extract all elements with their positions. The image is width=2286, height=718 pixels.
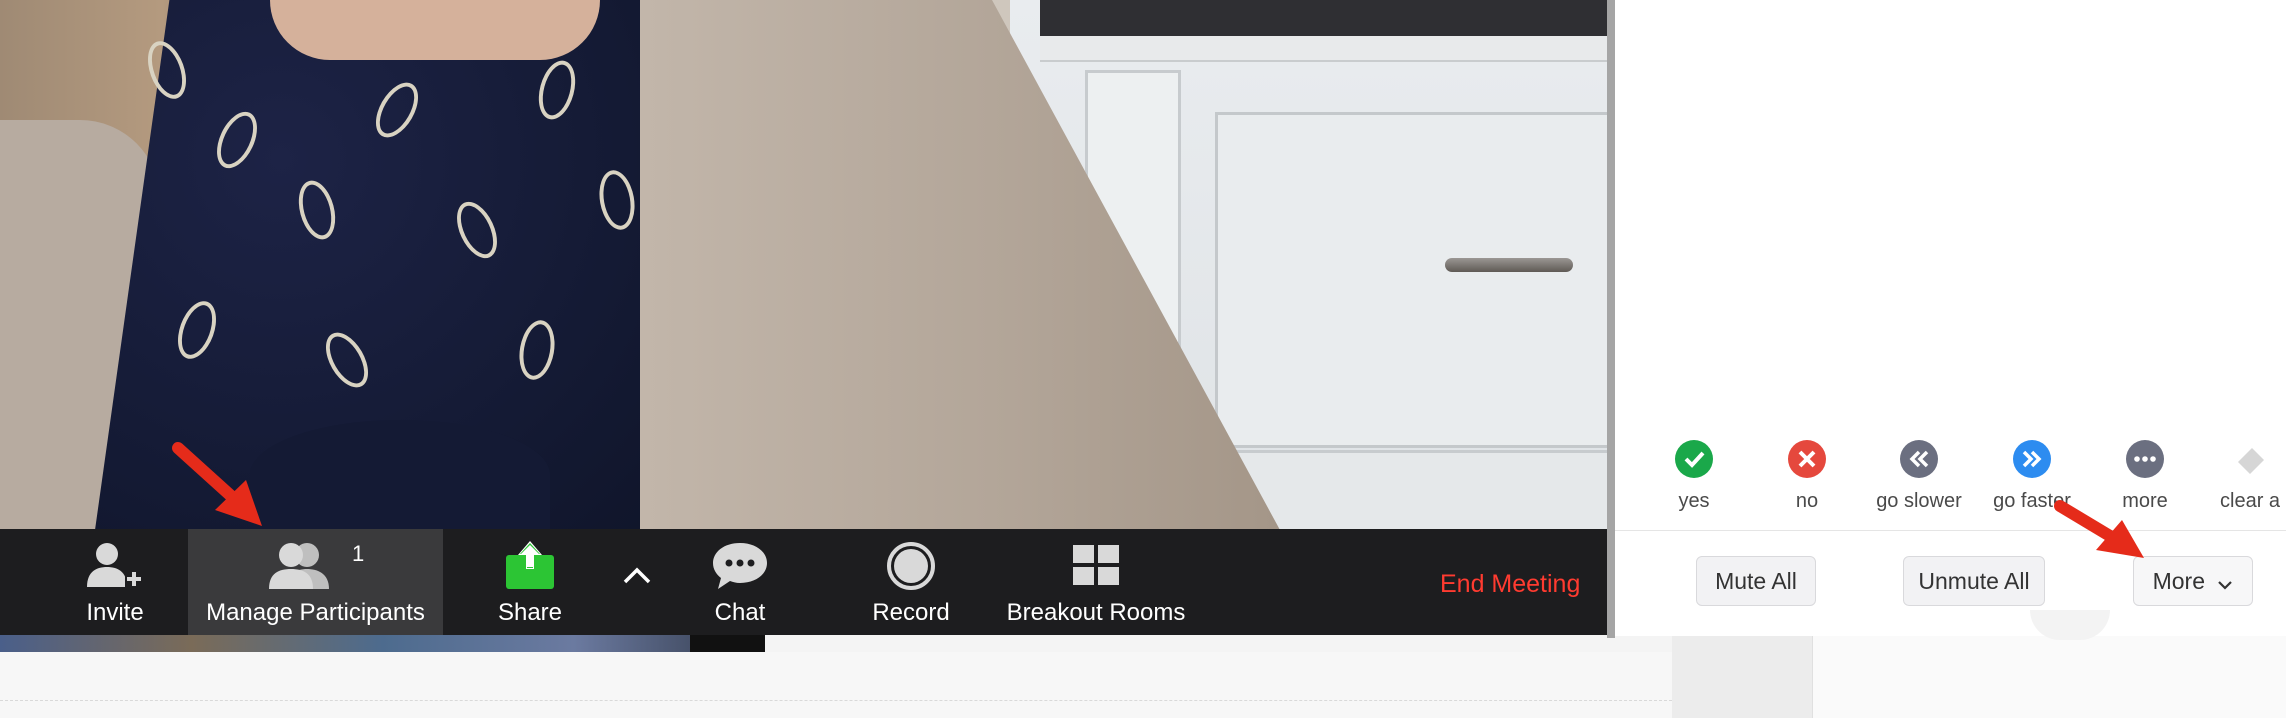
- chat-label: Chat: [714, 599, 766, 626]
- feedback-go-slower[interactable]: go slower: [1864, 440, 1974, 513]
- background-page: [0, 652, 1672, 718]
- fast-forward-icon: [2013, 440, 2051, 478]
- chevron-down-icon: [2217, 559, 2233, 607]
- share-options-caret[interactable]: [612, 529, 662, 635]
- invite-label: Invite: [86, 599, 144, 626]
- panel-separator: [1615, 530, 2286, 531]
- feedback-yes[interactable]: yes: [1639, 440, 1749, 513]
- panel-divider[interactable]: [1607, 0, 1615, 638]
- breakout-rooms-button[interactable]: Breakout Rooms: [1000, 529, 1192, 635]
- cabinet-handle: [1445, 258, 1573, 272]
- x-icon: [1788, 440, 1826, 478]
- desktop-dock-end: [690, 635, 765, 652]
- more-button[interactable]: More: [2133, 556, 2253, 606]
- record-label: Record: [872, 599, 950, 626]
- feedback-clear-all[interactable]: clear a: [2200, 440, 2286, 513]
- feedback-label: no: [1795, 490, 1819, 512]
- feedback-no[interactable]: no: [1752, 440, 1862, 513]
- check-icon: [1675, 440, 1713, 478]
- feedback-label: go slower: [1876, 490, 1962, 512]
- manage-participants-button[interactable]: 1 Manage Participants: [188, 529, 443, 635]
- blouse-bow: [250, 420, 550, 530]
- more-label: More: [2152, 568, 2205, 594]
- background-counter: [1040, 36, 1607, 62]
- chat-bubble-icon: [711, 541, 769, 596]
- chevron-up-icon: [622, 565, 652, 590]
- background-page-column: [1672, 636, 1812, 718]
- background-page-column: [1812, 636, 2286, 718]
- feedback-label: clear a: [2220, 490, 2281, 512]
- participants-panel: [1615, 0, 2286, 636]
- share-label: Share: [497, 599, 563, 626]
- desktop-dock-strip: [0, 635, 765, 652]
- background-shelf: [1040, 0, 1607, 40]
- person-neck: [270, 0, 600, 60]
- manage-participants-label: Manage Participants: [206, 599, 425, 626]
- invite-icon: [85, 541, 145, 594]
- mute-all-button[interactable]: Mute All: [1696, 556, 1816, 606]
- ellipsis-icon: [2126, 440, 2164, 478]
- participant-count: 1: [352, 541, 365, 566]
- page-dashed-divider: [0, 700, 1672, 701]
- invite-button[interactable]: Invite: [60, 529, 170, 635]
- breakout-rooms-icon: [1071, 541, 1121, 592]
- share-icon: [504, 541, 556, 596]
- background-cabinet-door: [1215, 112, 1607, 448]
- breakout-rooms-label: Breakout Rooms: [1006, 599, 1186, 626]
- record-icon: [886, 541, 936, 596]
- unmute-all-button[interactable]: Unmute All: [1903, 556, 2045, 606]
- annotation-arrow-icon: [172, 442, 262, 526]
- annotation-arrow-icon: [2054, 500, 2144, 558]
- participants-icon: [267, 541, 333, 596]
- end-meeting-button[interactable]: End Meeting: [1440, 570, 1580, 599]
- eraser-icon: [2232, 440, 2270, 478]
- rewind-icon: [1900, 440, 1938, 478]
- share-button[interactable]: Share: [475, 529, 585, 635]
- feedback-label: yes: [1678, 490, 1710, 512]
- record-button[interactable]: Record: [856, 529, 966, 635]
- chat-button[interactable]: Chat: [690, 529, 790, 635]
